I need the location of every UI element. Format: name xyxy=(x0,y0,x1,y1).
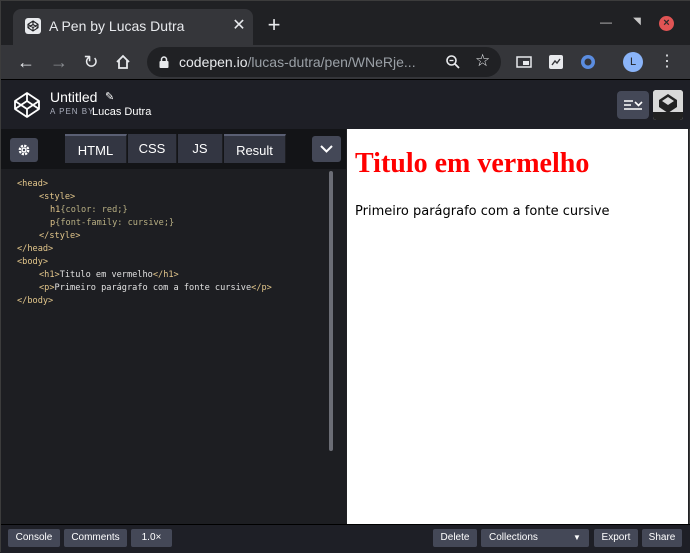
pen-title[interactable]: Untitled xyxy=(50,89,97,105)
browser-tab[interactable]: A Pen by Lucas Dutra ✕ xyxy=(13,9,253,45)
profile-avatar[interactable]: L xyxy=(623,52,643,72)
zoom-icon[interactable] xyxy=(444,53,462,71)
settings-button[interactable] xyxy=(10,138,38,162)
code-line: </body> xyxy=(17,296,54,306)
export-button[interactable]: Export xyxy=(594,529,638,547)
lock-icon xyxy=(159,56,169,68)
maximize-icon[interactable]: ◥ xyxy=(629,15,645,29)
code-token: <h1> xyxy=(39,270,60,280)
collapse-editor-button[interactable] xyxy=(312,136,341,162)
code-line: </style> xyxy=(39,231,81,241)
minimize-icon[interactable]: — xyxy=(598,15,614,29)
zoom-button[interactable]: 1.0× xyxy=(131,529,172,547)
result-paragraph: Primeiro parágrafo com a fonte cursive xyxy=(355,204,610,219)
caret-down-icon: ▼ xyxy=(573,533,581,542)
code-token: h1 xyxy=(50,205,61,215)
result-heading: Titulo em vermelho xyxy=(355,148,590,179)
picture-in-picture-icon[interactable] xyxy=(515,53,533,71)
forward-icon[interactable]: → xyxy=(48,51,70,73)
code-line: <style> xyxy=(39,192,76,202)
editor-pane: HTML CSS JS Result <head> <style> h1{col… xyxy=(1,129,346,524)
editor-tabs: HTML CSS JS Result xyxy=(1,129,346,169)
user-avatar[interactable] xyxy=(653,90,683,120)
tab-title: A Pen by Lucas Dutra xyxy=(49,18,185,34)
result-preview: Titulo em vermelho Primeiro parágrafo co… xyxy=(347,129,688,524)
codepen-header: Untitled ✎ A PEN BY Lucas Dutra xyxy=(1,79,690,129)
gear-icon xyxy=(18,144,30,156)
extension-ring-icon[interactable] xyxy=(579,53,597,71)
collections-label: Collections xyxy=(489,532,538,543)
codepen-footer: Console Comments 1.0× Delete Collections… xyxy=(1,524,690,553)
code-line: </head> xyxy=(17,244,54,254)
layout-icon xyxy=(624,100,643,110)
code-line: h1{color: red;} xyxy=(50,205,128,215)
browser-toolbar: ← → ↻ codepen.io/lucas-dutra/pen/WNeRje.… xyxy=(1,45,690,79)
address-bar[interactable]: codepen.io/lucas-dutra/pen/WNeRje... ☆ xyxy=(147,47,501,77)
code-token: {font-family: cursive;} xyxy=(55,218,175,228)
home-icon[interactable] xyxy=(112,51,134,73)
codepen-favicon-icon xyxy=(25,18,41,34)
change-view-button[interactable] xyxy=(617,91,649,119)
delete-button[interactable]: Delete xyxy=(433,529,477,547)
code-token: Titulo em vermelho xyxy=(59,270,153,280)
tab-close-icon[interactable]: ✕ xyxy=(231,17,247,35)
extension-screenshot-icon[interactable] xyxy=(547,53,565,71)
tab-strip: A Pen by Lucas Dutra ✕ + — ◥ × xyxy=(1,1,690,45)
code-token: <p> xyxy=(39,283,55,293)
code-line: <body> xyxy=(17,257,49,267)
code-line: p{font-family: cursive;} xyxy=(50,218,174,228)
pen-by-label: A PEN BY xyxy=(50,107,95,116)
share-button[interactable]: Share xyxy=(642,529,682,547)
comments-button[interactable]: Comments xyxy=(64,529,127,547)
reload-icon[interactable]: ↻ xyxy=(80,51,102,73)
codepen-logo-icon[interactable] xyxy=(13,91,41,119)
browser-menu-icon[interactable]: ⋮ xyxy=(659,52,675,72)
code-line: <head> xyxy=(17,179,49,189)
back-icon[interactable]: ← xyxy=(15,51,37,73)
code-token: Primeiro parágrafo com a fonte cursive xyxy=(54,283,252,293)
url-text: codepen.io/lucas-dutra/pen/WNeRje... xyxy=(179,54,416,70)
chevron-down-icon xyxy=(320,145,333,153)
code-token: </h1> xyxy=(152,270,179,280)
url-path: /lucas-dutra/pen/WNeRje... xyxy=(247,54,416,70)
editor-scrollbar[interactable] xyxy=(329,171,333,451)
code-token: {color: red;} xyxy=(60,205,128,215)
collections-dropdown[interactable]: Collections ▼ xyxy=(481,529,589,547)
new-tab-button[interactable]: + xyxy=(263,14,285,36)
window-close-icon[interactable]: × xyxy=(659,16,674,31)
html-code-editor[interactable]: <head> <style> h1{color: red;} p{font-fa… xyxy=(1,169,346,524)
tab-js[interactable]: JS xyxy=(178,134,223,163)
browser-window: A Pen by Lucas Dutra ✕ + — ◥ × ← → ↻ cod… xyxy=(0,0,690,553)
code-line: <h1>Titulo em vermelho</h1> xyxy=(39,270,179,280)
tab-result[interactable]: Result xyxy=(224,134,286,163)
tab-html[interactable]: HTML xyxy=(65,134,127,163)
edit-pencil-icon[interactable]: ✎ xyxy=(105,90,114,103)
console-button[interactable]: Console xyxy=(8,529,60,547)
author-name[interactable]: Lucas Dutra xyxy=(92,106,151,118)
url-host: codepen.io xyxy=(179,54,248,70)
code-token: </p> xyxy=(251,283,272,293)
code-line: <p>Primeiro parágrafo com a fonte cursiv… xyxy=(39,283,272,293)
bookmark-star-icon[interactable]: ☆ xyxy=(475,51,490,71)
tab-css[interactable]: CSS xyxy=(128,134,177,163)
